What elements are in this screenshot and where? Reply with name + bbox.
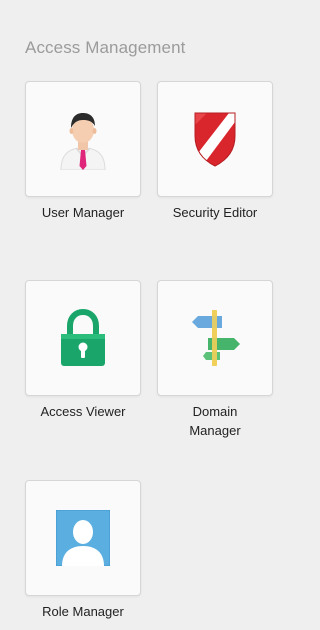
tile-access-viewer[interactable]: Access Viewer xyxy=(25,280,141,421)
domain-manager-button[interactable] xyxy=(157,280,273,396)
access-viewer-button[interactable] xyxy=(25,280,141,396)
tile-security-editor[interactable]: Security Editor xyxy=(157,81,273,222)
role-manager-button[interactable] xyxy=(25,480,141,596)
access-viewer-label: Access Viewer xyxy=(40,404,126,419)
signpost-icon xyxy=(186,308,244,368)
tile-user-manager[interactable]: User Manager xyxy=(25,81,141,222)
domain-manager-label: Domain Manager xyxy=(189,404,241,438)
section-title: Access Management xyxy=(25,38,186,57)
user-icon xyxy=(59,108,107,170)
user-manager-label: User Manager xyxy=(41,205,125,220)
tile-role-manager[interactable]: Role Manager xyxy=(25,480,141,621)
security-editor-label: Security Editor xyxy=(172,205,258,220)
shield-icon xyxy=(192,110,238,168)
lock-icon xyxy=(58,308,108,368)
user-manager-button[interactable] xyxy=(25,81,141,197)
tile-domain-manager[interactable]: Domain Manager xyxy=(157,280,273,440)
security-editor-button[interactable] xyxy=(157,81,273,197)
role-manager-label: Role Manager xyxy=(42,604,124,619)
role-icon xyxy=(56,510,110,566)
